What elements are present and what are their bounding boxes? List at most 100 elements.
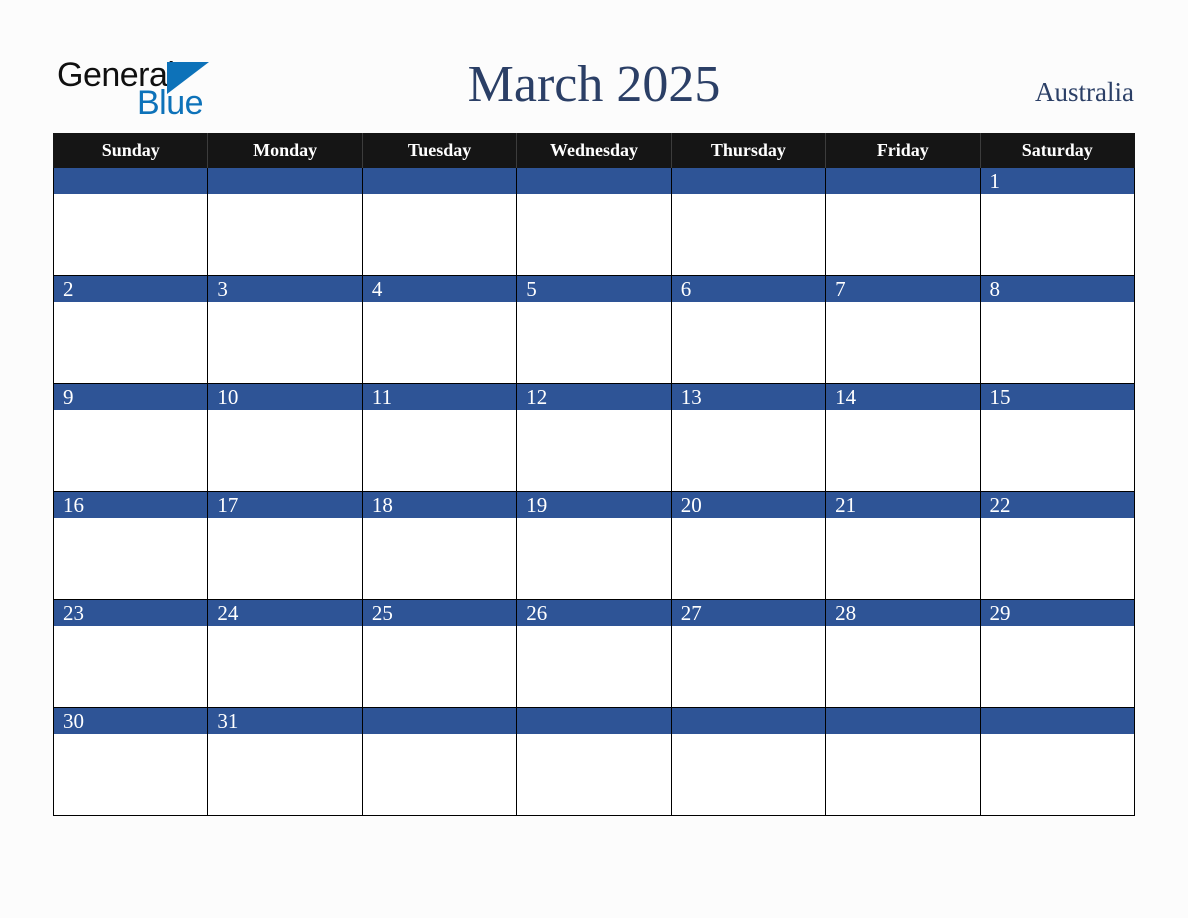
day-number: 27 <box>680 601 702 625</box>
calendar-day-cell[interactable]: 3 <box>207 275 363 384</box>
calendar-page: General Blue March 2025 Australia Sunday… <box>0 0 1188 918</box>
day-events-area[interactable] <box>208 410 362 491</box>
day-events-area[interactable] <box>517 194 671 275</box>
calendar-day-cell[interactable]: 9 <box>52 383 209 492</box>
day-events-area[interactable] <box>826 518 980 599</box>
day-events-area[interactable] <box>54 518 208 599</box>
day-events-area[interactable] <box>517 410 671 491</box>
day-events-area[interactable] <box>980 302 1134 383</box>
day-events-area[interactable] <box>671 410 826 491</box>
calendar-day-cell[interactable] <box>52 168 209 276</box>
day-events-area[interactable] <box>54 626 208 707</box>
day-events-area[interactable] <box>54 194 208 275</box>
calendar-day-cell[interactable]: 6 <box>670 275 827 384</box>
day-number-band <box>826 708 980 734</box>
day-events-area[interactable] <box>826 194 980 275</box>
day-events-area[interactable] <box>362 194 517 275</box>
day-events-area[interactable] <box>671 194 826 275</box>
calendar-day-cell[interactable]: 26 <box>516 599 672 708</box>
day-events-area[interactable] <box>826 302 980 383</box>
day-number-band <box>208 168 362 194</box>
calendar-day-cell[interactable]: 25 <box>361 599 518 708</box>
calendar-day-cell[interactable] <box>825 707 981 816</box>
day-events-area[interactable] <box>362 734 517 815</box>
calendar-day-cell[interactable]: 14 <box>825 383 981 492</box>
day-events-area[interactable] <box>54 410 208 491</box>
calendar-day-cell[interactable]: 17 <box>207 491 363 600</box>
calendar-day-cell[interactable]: 4 <box>361 275 518 384</box>
day-events-area[interactable] <box>980 734 1134 815</box>
calendar-day-cell[interactable]: 20 <box>670 491 827 600</box>
day-events-area[interactable] <box>208 194 362 275</box>
calendar-day-cell[interactable] <box>516 168 672 276</box>
day-events-area[interactable] <box>980 194 1134 275</box>
day-number: 1 <box>989 169 1001 193</box>
calendar-week-row: 30 31 <box>52 707 1135 816</box>
calendar-day-cell[interactable] <box>979 707 1135 816</box>
day-number-band: 25 <box>362 600 517 626</box>
calendar-day-cell[interactable]: 8 <box>979 275 1135 384</box>
day-events-area[interactable] <box>54 302 208 383</box>
calendar-day-cell[interactable]: 10 <box>207 383 363 492</box>
day-number: 14 <box>835 385 857 409</box>
day-number-band <box>826 168 980 194</box>
calendar-day-cell[interactable]: 15 <box>979 383 1135 492</box>
day-events-area[interactable] <box>517 626 671 707</box>
weekday-header-monday: Monday <box>207 133 363 168</box>
calendar-day-cell[interactable]: 19 <box>516 491 672 600</box>
calendar-day-cell[interactable] <box>361 168 518 276</box>
day-events-area[interactable] <box>671 518 826 599</box>
calendar-day-cell[interactable] <box>825 168 981 276</box>
day-events-area[interactable] <box>671 626 826 707</box>
day-events-area[interactable] <box>208 518 362 599</box>
calendar-day-cell[interactable] <box>670 168 827 276</box>
day-number-band: 2 <box>54 276 208 302</box>
day-events-area[interactable] <box>980 518 1134 599</box>
calendar-day-cell[interactable]: 28 <box>825 599 981 708</box>
calendar-day-cell[interactable]: 11 <box>361 383 518 492</box>
day-events-area[interactable] <box>362 626 517 707</box>
calendar-day-cell[interactable]: 29 <box>979 599 1135 708</box>
day-events-area[interactable] <box>671 734 826 815</box>
calendar-day-cell[interactable] <box>361 707 518 816</box>
calendar-day-cell[interactable]: 22 <box>979 491 1135 600</box>
calendar-day-cell[interactable] <box>207 168 363 276</box>
day-events-area[interactable] <box>517 302 671 383</box>
calendar-day-cell[interactable]: 23 <box>52 599 209 708</box>
day-events-area[interactable] <box>208 626 362 707</box>
calendar-day-cell[interactable]: 31 <box>207 707 363 816</box>
day-events-area[interactable] <box>362 518 517 599</box>
day-number-band: 17 <box>208 492 362 518</box>
calendar-day-cell[interactable]: 18 <box>361 491 518 600</box>
day-events-area[interactable] <box>208 302 362 383</box>
day-events-area[interactable] <box>517 518 671 599</box>
day-events-area[interactable] <box>826 410 980 491</box>
day-events-area[interactable] <box>980 410 1134 491</box>
calendar-day-cell[interactable]: 16 <box>52 491 209 600</box>
calendar-day-cell[interactable]: 27 <box>670 599 827 708</box>
day-number-band: 16 <box>54 492 208 518</box>
day-events-area[interactable] <box>826 626 980 707</box>
calendar-day-cell[interactable] <box>670 707 827 816</box>
calendar-day-cell[interactable] <box>516 707 672 816</box>
day-events-area[interactable] <box>826 734 980 815</box>
day-events-area[interactable] <box>208 734 362 815</box>
day-events-area[interactable] <box>671 302 826 383</box>
calendar-day-cell[interactable]: 24 <box>207 599 363 708</box>
calendar-week-row: 16 17 18 19 20 21 22 <box>52 491 1135 600</box>
calendar-day-cell[interactable]: 2 <box>52 275 209 384</box>
calendar-day-cell[interactable]: 7 <box>825 275 981 384</box>
calendar-day-cell[interactable]: 30 <box>52 707 209 816</box>
day-events-area[interactable] <box>980 626 1134 707</box>
day-number-band <box>671 708 826 734</box>
calendar-day-cell[interactable]: 21 <box>825 491 981 600</box>
day-events-area[interactable] <box>54 734 208 815</box>
day-number: 28 <box>835 601 857 625</box>
day-events-area[interactable] <box>362 410 517 491</box>
calendar-day-cell[interactable]: 1 <box>979 168 1135 276</box>
day-events-area[interactable] <box>517 734 671 815</box>
calendar-day-cell[interactable]: 13 <box>670 383 827 492</box>
calendar-day-cell[interactable]: 12 <box>516 383 672 492</box>
calendar-day-cell[interactable]: 5 <box>516 275 672 384</box>
day-events-area[interactable] <box>362 302 517 383</box>
